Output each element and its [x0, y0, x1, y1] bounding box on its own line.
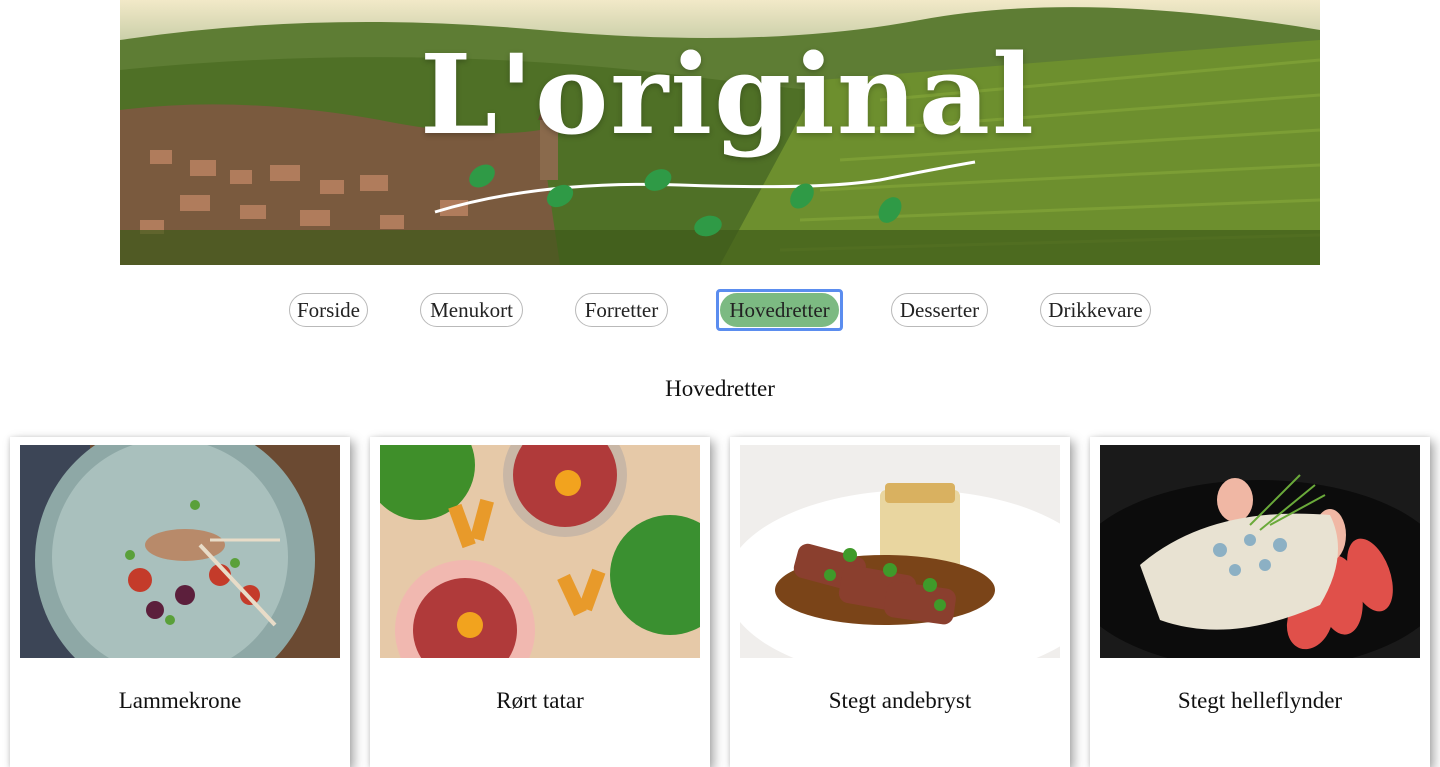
- dish-title: Stegt andebryst: [828, 688, 972, 713]
- lamb-rack-image: [20, 445, 340, 658]
- nav-desserter-button[interactable]: Desserter: [891, 293, 988, 327]
- beef-tartare-image: [380, 445, 700, 658]
- logo-text: L'original: [420, 30, 1036, 159]
- nav-menukort-button[interactable]: Menukort: [420, 293, 523, 327]
- nav-hovedretter-wrapper: Hovedretter: [716, 289, 843, 331]
- dish-title: Lammekrone: [118, 688, 242, 713]
- nav-drikkevare-button[interactable]: Drikkevare: [1040, 293, 1151, 327]
- dish-card-lammekrone[interactable]: Lammekrone: [10, 437, 350, 767]
- hero-banner: L'original: [120, 0, 1320, 265]
- dish-card-rort-tatar[interactable]: Rørt tatar: [370, 437, 710, 767]
- nav-hovedretter-button[interactable]: Hovedretter: [720, 293, 839, 327]
- nav-forside-button[interactable]: Forside: [289, 293, 368, 327]
- nav-forretter-button[interactable]: Forretter: [575, 293, 668, 327]
- dish-card-stegt-andebryst[interactable]: Stegt andebryst: [730, 437, 1070, 767]
- main-nav: Forside Menukort Forretter Hovedretter D…: [0, 289, 1440, 331]
- section-title: Hovedretter: [665, 376, 775, 401]
- dish-title: Stegt helleflynder: [1177, 688, 1343, 713]
- halibut-image: [1100, 445, 1420, 658]
- dish-card-stegt-helleflynder[interactable]: Stegt helleflynder: [1090, 437, 1430, 767]
- duck-breast-image: [740, 445, 1060, 658]
- dish-title: Rørt tatar: [496, 688, 584, 713]
